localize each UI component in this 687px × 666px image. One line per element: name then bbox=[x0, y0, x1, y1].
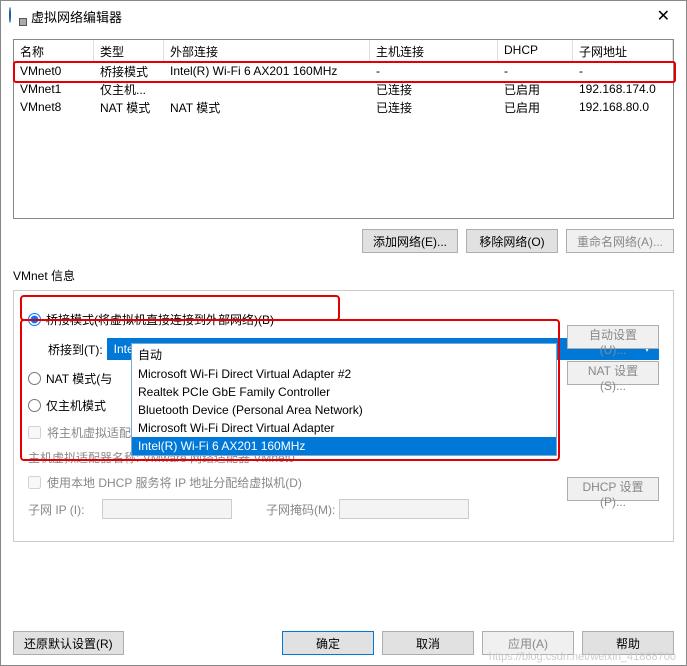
auto-settings-button[interactable]: 自动设置(U)... bbox=[567, 325, 659, 349]
subnet-ip-input bbox=[102, 499, 232, 519]
dropdown-item[interactable]: Microsoft Wi-Fi Direct Virtual Adapter #… bbox=[132, 365, 556, 383]
dropdown-item[interactable]: Intel(R) Wi-Fi 6 AX201 160MHz bbox=[132, 437, 556, 455]
nat-label[interactable]: NAT 模式(与 bbox=[46, 370, 112, 387]
bridged-radio[interactable] bbox=[28, 313, 41, 326]
dropdown-item[interactable]: Bluetooth Device (Personal Area Network) bbox=[132, 401, 556, 419]
adapter-dropdown[interactable]: 自动 Microsoft Wi-Fi Direct Virtual Adapte… bbox=[131, 343, 557, 456]
watermark: https://blog.csdn.net/weixin_41868700 bbox=[489, 651, 676, 663]
table-body[interactable]: VMnet0 桥接模式 Intel(R) Wi-Fi 6 AX201 160MH… bbox=[14, 62, 673, 219]
subnet-mask-input bbox=[339, 499, 469, 519]
table-row[interactable]: VMnet8 NAT 模式 NAT 模式 已连接 已启用 192.168.80.… bbox=[14, 98, 673, 116]
col-dhcp[interactable]: DHCP bbox=[498, 40, 573, 61]
network-buttons: 添加网络(E)... 移除网络(O) 重命名网络(A)... bbox=[13, 229, 674, 253]
col-subnet[interactable]: 子网地址 bbox=[573, 40, 673, 61]
subnet-row: 子网 IP (I): 子网掩码(M): bbox=[28, 499, 659, 519]
dropdown-item[interactable]: Realtek PCIe GbE Family Controller bbox=[132, 383, 556, 401]
dropdown-item[interactable]: 自动 bbox=[132, 344, 556, 365]
connect-host-adapter-checkbox bbox=[28, 426, 41, 439]
hostonly-radio[interactable] bbox=[28, 399, 41, 412]
vmnet-info-box: 桥接模式(将虚拟机直接连接到外部网络)(B) 桥接到(T): Intel(R) … bbox=[13, 290, 674, 542]
table-row[interactable]: VMnet0 桥接模式 Intel(R) Wi-Fi 6 AX201 160MH… bbox=[14, 62, 673, 80]
ok-button[interactable]: 确定 bbox=[282, 631, 374, 655]
dropdown-item[interactable]: Microsoft Wi-Fi Direct Virtual Adapter bbox=[132, 419, 556, 437]
hostonly-label[interactable]: 仅主机模式 bbox=[46, 397, 106, 414]
table-header: 名称 类型 外部连接 主机连接 DHCP 子网地址 bbox=[14, 40, 673, 62]
col-ext[interactable]: 外部连接 bbox=[164, 40, 370, 61]
window-title: 虚拟网络编辑器 bbox=[31, 7, 649, 26]
network-table: 名称 类型 外部连接 主机连接 DHCP 子网地址 VMnet0 桥接模式 In… bbox=[13, 39, 674, 219]
add-network-button[interactable]: 添加网络(E)... bbox=[362, 229, 458, 253]
bridged-radio-row[interactable]: 桥接模式(将虚拟机直接连接到外部网络)(B) bbox=[28, 311, 659, 328]
bridged-to-label: 桥接到(T): bbox=[48, 341, 103, 358]
cancel-button[interactable]: 取消 bbox=[382, 631, 474, 655]
rename-network-button[interactable]: 重命名网络(A)... bbox=[566, 229, 674, 253]
nat-settings-button[interactable]: NAT 设置(S)... bbox=[567, 361, 659, 385]
dhcp-checkbox bbox=[28, 476, 41, 489]
app-icon bbox=[9, 8, 25, 24]
col-type[interactable]: 类型 bbox=[94, 40, 164, 61]
titlebar: 虚拟网络编辑器 ✕ bbox=[1, 1, 686, 31]
remove-network-button[interactable]: 移除网络(O) bbox=[466, 229, 558, 253]
nat-radio[interactable] bbox=[28, 372, 41, 385]
col-name[interactable]: 名称 bbox=[14, 40, 94, 61]
bridged-label[interactable]: 桥接模式(将虚拟机直接连接到外部网络)(B) bbox=[46, 311, 274, 328]
close-icon[interactable]: ✕ bbox=[649, 6, 678, 26]
col-host[interactable]: 主机连接 bbox=[370, 40, 498, 61]
dhcp-settings-button[interactable]: DHCP 设置(P)... bbox=[567, 477, 659, 501]
dhcp-row: 使用本地 DHCP 服务将 IP 地址分配给虚拟机(D) bbox=[28, 474, 659, 491]
restore-defaults-button[interactable]: 还原默认设置(R) bbox=[13, 631, 124, 655]
table-row[interactable]: VMnet1 仅主机... 已连接 已启用 192.168.174.0 bbox=[14, 80, 673, 98]
vmnet-info-label: VMnet 信息 bbox=[13, 267, 674, 284]
